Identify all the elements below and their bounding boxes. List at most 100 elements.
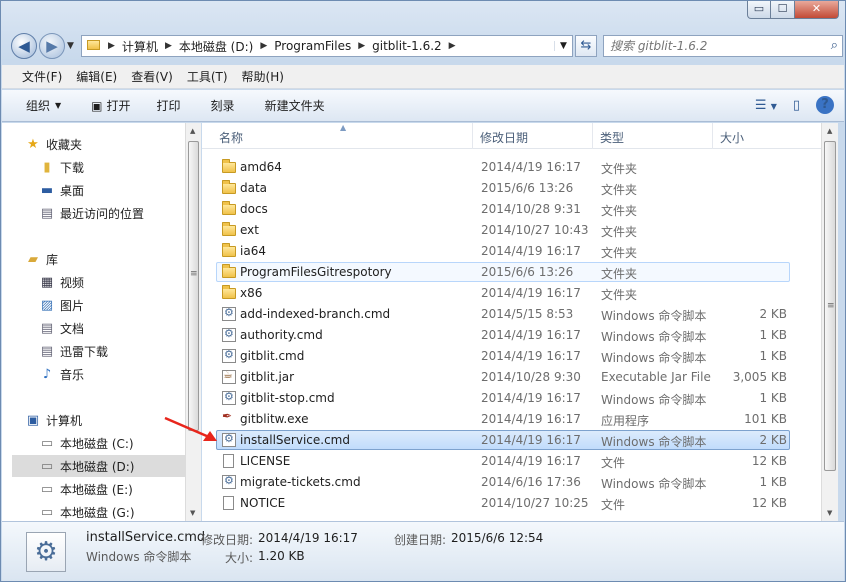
sidebar-item-drive-d[interactable]: ▭ 本地磁盘 (D:): [12, 455, 185, 477]
sidebar-item-videos[interactable]: ▦ 视频: [38, 271, 185, 293]
table-row[interactable]: gitblit.jar 2014/10/28 9:30 Executable Jar…: [216, 367, 790, 387]
menu-edit[interactable]: 编辑(E): [76, 68, 117, 85]
address-bar[interactable]: ▶ 计算机 ▶ 本地磁盘 (D:) ▶ ProgramFiles ▶ gitbl…: [81, 35, 573, 57]
details-pane: ⚙ installService.cmd Windows 命令脚本 修改日期: …: [2, 521, 844, 581]
organize-button[interactable]: 组织 ▼: [26, 97, 61, 114]
column-name[interactable]: 名称: [219, 129, 243, 146]
breadcrumb-drive-d[interactable]: 本地磁盘 (D:): [176, 36, 256, 56]
scroll-down-icon[interactable]: ▼: [827, 509, 832, 517]
sidebar-item-recent[interactable]: ▤ 最近访问的位置: [38, 202, 185, 224]
search-box[interactable]: ⌕: [603, 35, 843, 57]
file-type: 文件夹: [601, 267, 638, 281]
view-controls: ☰ ▼ ▯ ?: [739, 96, 834, 114]
breadcrumb-gitblit[interactable]: gitblit-1.6.2: [369, 36, 445, 56]
table-row[interactable]: docs 2014/10/28 9:31 文件夹: [216, 199, 790, 219]
sidebar-item-music[interactable]: ♪ 音乐: [38, 363, 185, 385]
open-button[interactable]: ▣ 打开: [91, 97, 130, 114]
recent-pages-dropdown[interactable]: ▼: [67, 41, 74, 51]
table-row[interactable]: ext 2014/10/27 10:43 文件夹: [216, 220, 790, 240]
file-size: 3,005 KB: [732, 370, 787, 384]
file-type: Windows 命令脚本: [601, 309, 707, 323]
scroll-up-icon[interactable]: ▲: [190, 127, 195, 135]
table-row[interactable]: migrate-tickets.cmd 2014/6/16 17:36 Window…: [216, 472, 790, 492]
scrollbar-thumb[interactable]: [188, 141, 199, 431]
sidebar-item-downloads[interactable]: ▮ 下载: [38, 156, 185, 178]
table-row[interactable]: ProgramFilesGitrespotory 2015/6/6 13:26 文件…: [216, 262, 790, 282]
details-file-name: installService.cmd: [86, 530, 206, 545]
menu-help[interactable]: 帮助(H): [242, 68, 284, 85]
sidebar-item-libraries[interactable]: ▰ 库: [24, 248, 185, 270]
sidebar-item-pictures[interactable]: ▨ 图片: [38, 294, 185, 316]
file-name: gitblit-stop.cmd: [240, 391, 335, 405]
table-row[interactable]: authority.cmd 2014/4/19 16:17 Windows 命令脚本…: [216, 325, 790, 345]
table-row[interactable]: LICENSE 2014/4/19 16:17 文件 12 KB: [216, 451, 790, 471]
sidebar-item-xunlei[interactable]: ▤ 迅雷下载: [38, 340, 185, 362]
column-size[interactable]: 大小: [720, 129, 744, 146]
column-divider[interactable]: [712, 123, 713, 149]
file-type: Windows 命令脚本: [601, 351, 707, 365]
breadcrumb-programfiles[interactable]: ProgramFiles: [271, 36, 354, 56]
preview-pane-icon[interactable]: ▯: [793, 98, 800, 113]
menu-view[interactable]: 查看(V): [131, 68, 173, 85]
sidebar-item-label: 文档: [60, 321, 85, 336]
cmd-file-icon: [222, 306, 236, 321]
file-name: NOTICE: [240, 496, 286, 510]
table-row[interactable]: ia64 2014/4/19 16:17 文件夹: [216, 241, 790, 261]
file-date: 2014/4/19 16:17: [481, 454, 581, 468]
maximize-button[interactable]: ☐: [771, 1, 795, 19]
table-row[interactable]: amd64 2014/4/19 16:17 文件夹: [216, 157, 790, 177]
breadcrumb-separator-icon[interactable]: ▶: [445, 41, 460, 51]
column-divider[interactable]: [472, 123, 473, 149]
menu-file[interactable]: 文件(F): [22, 68, 62, 85]
sidebar-item-desktop[interactable]: ▬ 桌面: [38, 179, 185, 201]
refresh-button[interactable]: ⇆: [575, 35, 597, 57]
table-row[interactable]: data 2015/6/6 13:26 文件夹: [216, 178, 790, 198]
minimize-button[interactable]: ▭: [747, 1, 771, 19]
breadcrumb-separator-icon[interactable]: ▶: [104, 41, 119, 51]
file-name: ia64: [240, 244, 266, 258]
new-folder-button[interactable]: 新建文件夹: [265, 97, 325, 114]
close-button[interactable]: ✕: [795, 1, 839, 19]
table-row[interactable]: installService.cmd 2014/4/19 16:17 Windows…: [216, 430, 790, 450]
file-list-scrollbar[interactable]: ▲ ≡ ▼: [821, 123, 838, 521]
scroll-down-icon[interactable]: ▼: [190, 509, 195, 517]
scroll-up-icon[interactable]: ▲: [827, 127, 832, 135]
sidebar-item-favorites[interactable]: ★ 收藏夹: [24, 133, 185, 155]
back-button[interactable]: ◀: [11, 33, 37, 59]
breadcrumb-separator-icon[interactable]: ▶: [256, 41, 271, 51]
table-row[interactable]: add-indexed-branch.cmd 2014/5/15 8:53 Wind…: [216, 304, 790, 324]
table-row[interactable]: x86 2014/4/19 16:17 文件夹: [216, 283, 790, 303]
navigation-pane-scrollbar[interactable]: ▲ ≡ ▼: [185, 123, 201, 521]
address-dropdown-icon[interactable]: ▼: [554, 41, 572, 51]
print-button[interactable]: 打印: [157, 97, 181, 114]
help-icon[interactable]: ?: [816, 96, 834, 114]
sidebar-item-drive-g[interactable]: ▭ 本地磁盘 (G:): [38, 501, 185, 521]
table-row[interactable]: NOTICE 2014/10/27 10:25 文件 12 KB: [216, 493, 790, 513]
table-row[interactable]: gitblit.cmd 2014/4/19 16:17 Windows 命令脚本 1 …: [216, 346, 790, 366]
column-divider[interactable]: [592, 123, 593, 149]
folder-icon: [222, 201, 236, 215]
search-input[interactable]: [604, 36, 814, 56]
sidebar-item-documents[interactable]: ▤ 文档: [38, 317, 185, 339]
table-row[interactable]: gitblitw.exe 2014/4/19 16:17 应用程序 101 KB: [216, 409, 790, 429]
view-options-icon[interactable]: ☰ ▼: [755, 98, 777, 113]
sidebar-item-computer[interactable]: ▣ 计算机: [24, 409, 185, 431]
column-type[interactable]: 类型: [600, 129, 624, 146]
breadcrumb-computer[interactable]: 计算机: [119, 36, 161, 56]
burn-button[interactable]: 刻录: [211, 97, 235, 114]
sidebar-item-drive-e[interactable]: ▭ 本地磁盘 (E:): [38, 478, 185, 500]
column-date[interactable]: 修改日期: [480, 129, 528, 146]
file-date: 2014/10/28 9:30: [481, 370, 581, 384]
red-arrow-annotation: [164, 416, 217, 441]
file-date: 2014/6/16 17:36: [481, 475, 581, 489]
sort-ascending-icon: ▲: [340, 123, 347, 132]
search-icon[interactable]: ⌕: [831, 38, 838, 53]
exe-file-icon: [222, 409, 236, 426]
breadcrumb-separator-icon[interactable]: ▶: [354, 41, 369, 51]
breadcrumb-separator-icon[interactable]: ▶: [161, 41, 176, 51]
document-icon: [223, 454, 234, 468]
menu-tools[interactable]: 工具(T): [187, 68, 228, 85]
forward-button[interactable]: ▶: [39, 33, 65, 59]
file-name: ProgramFilesGitrespotory: [240, 265, 392, 279]
table-row[interactable]: gitblit-stop.cmd 2014/4/19 16:17 Windows 命…: [216, 388, 790, 408]
